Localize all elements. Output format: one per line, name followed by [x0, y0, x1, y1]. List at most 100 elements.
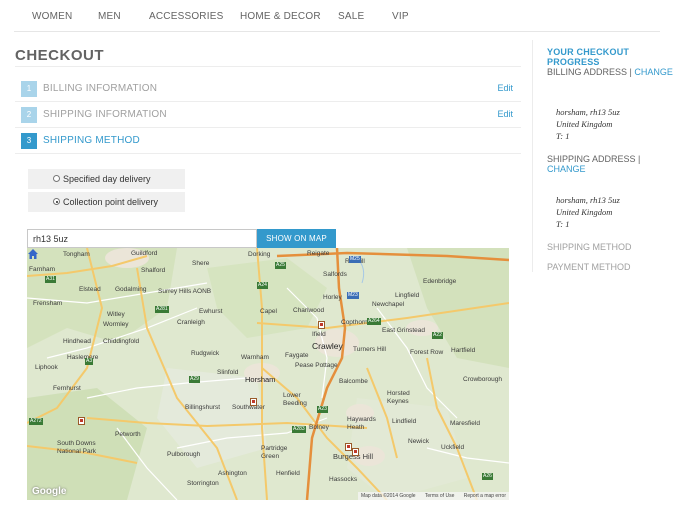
place-label: Ewhurst	[199, 308, 223, 315]
place-label: Horsted Keynes	[387, 390, 410, 405]
place-label: Forest Row	[410, 349, 444, 356]
shipping-address-heading: SHIPPING ADDRESS | CHANGE	[547, 154, 680, 174]
address-line: horsham, rh13 5uz	[556, 107, 620, 117]
road-badge: M23	[347, 292, 359, 299]
sidebar-divider	[532, 40, 533, 272]
step-shipping[interactable]: 2 SHIPPING INFORMATION Edit	[15, 102, 521, 128]
address-line: T: 1	[556, 131, 570, 141]
road-badge: A24	[257, 282, 268, 289]
map-view[interactable]: Farnham Tongham Guildford Shere Dorking …	[27, 248, 509, 500]
report-error-link[interactable]: Report a map error	[464, 493, 506, 499]
place-label: Cranleigh	[177, 319, 205, 326]
address-line: horsham, rh13 5uz	[556, 195, 620, 205]
place-label: Haywards Heath	[347, 416, 376, 431]
place-label: Edenbridge	[423, 278, 457, 285]
place-label: Chiddingfold	[103, 338, 140, 345]
step-label: SHIPPING INFORMATION	[43, 109, 167, 120]
place-label: Godalming	[115, 286, 147, 293]
place-label: Surrey Hills AONB	[158, 288, 212, 295]
place-label: Slinfold	[217, 369, 239, 376]
edit-shipping-link[interactable]: Edit	[497, 109, 513, 119]
road-badge: A25	[275, 262, 286, 269]
terms-link[interactable]: Terms of Use	[425, 493, 454, 499]
place-label: Fernhurst	[53, 385, 81, 392]
place-label: Elstead	[79, 286, 101, 293]
home-location-icon[interactable]	[27, 248, 39, 260]
nav-men[interactable]: MEN	[98, 11, 121, 22]
road-badge: A272	[29, 418, 43, 425]
collection-point-pin[interactable]	[250, 398, 257, 406]
step-shipping-method: 3 SHIPPING METHOD	[15, 128, 521, 154]
option-collection-point[interactable]: Collection point delivery	[28, 192, 185, 212]
place-label: Horley	[323, 294, 342, 301]
place-label: Partridge Green	[261, 445, 288, 460]
change-billing-link[interactable]: CHANGE	[634, 67, 673, 77]
place-label: Liphook	[35, 364, 58, 371]
place-label: Warnham	[241, 354, 269, 361]
place-label: Hindhead	[63, 338, 91, 345]
option-specified-day[interactable]: Specified day delivery	[28, 169, 185, 189]
collection-point-pin[interactable]	[345, 443, 352, 451]
change-shipping-link[interactable]: CHANGE	[547, 164, 586, 174]
address-line: United Kingdom	[556, 207, 613, 217]
nav-sale[interactable]: SALE	[338, 11, 364, 22]
place-label: Capel	[260, 308, 277, 315]
edit-billing-link[interactable]: Edit	[497, 83, 513, 93]
collection-point-pin[interactable]	[352, 448, 359, 456]
collection-point-radio[interactable]	[53, 198, 60, 205]
shipping-address: horsham, rh13 5uz United Kingdom T: 1	[556, 194, 620, 230]
postcode-input[interactable]	[27, 229, 257, 248]
place-label: Shalford	[141, 267, 166, 274]
divider	[15, 66, 521, 67]
road-badge: A23	[317, 406, 328, 413]
shipping-method-progress: SHIPPING METHOD	[547, 242, 632, 252]
billing-address-heading: BILLING ADDRESS | CHANGE	[547, 67, 673, 77]
billing-address-label: BILLING ADDRESS	[547, 67, 628, 77]
place-label: Dorking	[248, 251, 271, 258]
nav-women[interactable]: WOMEN	[32, 11, 72, 22]
nav-home-decor[interactable]: HOME & DECOR	[240, 11, 321, 22]
google-logo: Google	[32, 486, 67, 497]
collection-point-pin[interactable]	[318, 321, 325, 329]
top-nav: WOMEN MEN ACCESSORIES HOME & DECOR SALE …	[14, 0, 660, 32]
road-badge: A281	[155, 306, 169, 313]
payment-method-progress: PAYMENT METHOD	[547, 262, 631, 272]
place-label: Haslemere	[67, 354, 99, 361]
option-label: Collection point delivery	[63, 197, 159, 207]
nav-vip[interactable]: VIP	[392, 11, 409, 22]
billing-address: horsham, rh13 5uz United Kingdom T: 1	[556, 106, 620, 142]
place-label: Salfords	[323, 271, 347, 278]
place-label: Lower Beeding	[283, 392, 307, 407]
place-label: Uckfield	[441, 444, 465, 451]
place-label: Reigate	[307, 250, 330, 257]
place-label: South Downs National Park	[57, 440, 97, 455]
place-label: Maresfield	[450, 420, 480, 427]
place-label: Bolney	[309, 424, 329, 431]
place-label: Guildford	[131, 250, 158, 257]
separator: |	[629, 67, 632, 77]
place-label: Lindfield	[392, 418, 417, 425]
show-on-map-button[interactable]: SHOW ON MAP	[257, 229, 336, 248]
separator: |	[638, 154, 641, 164]
place-label: Faygate	[285, 352, 309, 359]
road-badge: M25	[349, 256, 361, 263]
road-badge: A31	[45, 276, 56, 283]
place-label: Crawley	[312, 341, 343, 351]
checkout-progress-title: YOUR CHECKOUT PROGRESS	[547, 47, 630, 67]
place-label: Hartfield	[451, 347, 476, 354]
step-number: 2	[21, 107, 37, 123]
address-line: United Kingdom	[556, 119, 613, 129]
place-label: Shere	[192, 260, 210, 267]
place-label: East Grinstead	[382, 327, 425, 334]
place-label: Hassocks	[329, 476, 358, 483]
road-badge: A26	[482, 473, 493, 480]
step-billing[interactable]: 1 BILLING INFORMATION Edit	[15, 76, 521, 102]
specified-day-radio[interactable]	[53, 175, 60, 182]
address-line: T: 1	[556, 219, 570, 229]
place-label: Frensham	[33, 300, 63, 307]
shipping-address-label: SHIPPING ADDRESS	[547, 154, 636, 164]
place-label: Horsham	[245, 375, 276, 384]
collection-point-pin[interactable]	[78, 417, 85, 425]
step-number: 1	[21, 81, 37, 97]
nav-accessories[interactable]: ACCESSORIES	[149, 11, 223, 22]
